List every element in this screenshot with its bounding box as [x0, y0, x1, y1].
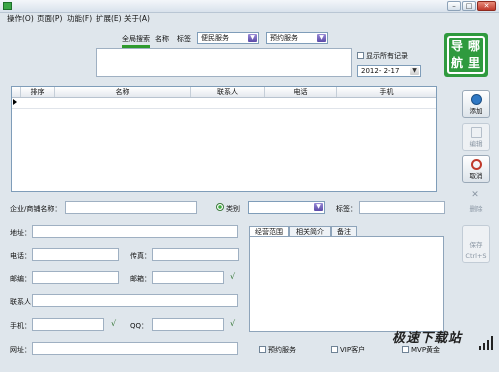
- website-input[interactable]: [32, 342, 238, 355]
- website-label: 网址：: [10, 346, 31, 354]
- close-button[interactable]: ✕: [477, 1, 496, 11]
- phone-label: 电话：: [10, 252, 31, 260]
- show-all-checkbox[interactable]: [357, 52, 364, 59]
- table-row[interactable]: [12, 98, 436, 109]
- edit-label: 编辑: [469, 140, 483, 148]
- chevron-down-icon[interactable]: ▼: [317, 34, 326, 42]
- site-watermark: 极速下载站: [392, 331, 463, 346]
- appointment-value: 预约服务: [270, 34, 298, 42]
- category-radio[interactable]: [216, 203, 224, 211]
- current-row-icon: [13, 99, 17, 105]
- qq-label: QQ：: [130, 322, 149, 330]
- logo-char: 里: [468, 56, 481, 70]
- chevron-down-icon[interactable]: ▼: [314, 203, 323, 211]
- date-value: 2012- 2-17: [361, 67, 400, 75]
- qq-valid-icon: √: [230, 319, 236, 328]
- app-icon: [3, 2, 12, 10]
- signal-icon: [479, 336, 493, 350]
- menu-operate[interactable]: 操作(O): [7, 13, 34, 24]
- add-label: 添加: [469, 107, 483, 115]
- logo-char: 航: [451, 56, 464, 70]
- cancel-button[interactable]: 取消: [462, 155, 490, 183]
- column-header-order[interactable]: 排序: [21, 87, 55, 97]
- plus-icon: [471, 94, 482, 105]
- mvp-gold-checkbox[interactable]: [402, 346, 409, 353]
- appointment-service-label: 预约服务: [268, 346, 296, 354]
- menu-extend[interactable]: 扩展(E): [96, 13, 122, 24]
- calendar-dropdown-icon[interactable]: ▼: [410, 67, 419, 75]
- menu-about[interactable]: 关于(A): [124, 13, 150, 24]
- contact-label: 联系人: [10, 298, 31, 306]
- tag-label: 标签：: [336, 205, 357, 213]
- mvp-gold-label: MVP黄金: [411, 346, 441, 354]
- address-label: 地址：: [10, 229, 31, 237]
- category-select[interactable]: ▼: [248, 201, 325, 214]
- maximize-button[interactable]: □: [462, 1, 476, 11]
- email-input[interactable]: [152, 271, 224, 284]
- logo-char: 导: [451, 39, 464, 53]
- postcode-label: 邮编：: [10, 275, 31, 283]
- search-input[interactable]: [96, 48, 352, 77]
- vip-customer-label: VIP客户: [340, 346, 366, 354]
- column-header-phone[interactable]: 电话: [265, 87, 337, 97]
- column-header-mobile[interactable]: 手机: [337, 87, 436, 97]
- category-label: 类别: [226, 205, 240, 213]
- vip-customer-checkbox[interactable]: [331, 346, 338, 353]
- fax-label: 传真：: [130, 252, 151, 260]
- delete-label[interactable]: 删除: [462, 203, 490, 213]
- email-valid-icon: √: [230, 272, 236, 281]
- tag-input[interactable]: [359, 201, 445, 214]
- contact-input[interactable]: [32, 294, 238, 307]
- date-picker[interactable]: 2012- 2-17 ▼: [357, 65, 421, 77]
- mobile-input[interactable]: [32, 318, 104, 331]
- cancel-icon: [471, 159, 482, 170]
- save-label: 保存: [469, 241, 483, 249]
- edit-icon: [471, 127, 482, 138]
- mobile-label: 手机：: [10, 322, 31, 330]
- mobile-valid-icon: √: [111, 319, 117, 328]
- tab-global-search[interactable]: 全局搜索: [122, 34, 150, 44]
- service-type-value: 便民服务: [201, 34, 229, 42]
- qq-input[interactable]: [152, 318, 224, 331]
- tab-tag[interactable]: 标签: [177, 34, 191, 44]
- phone-input[interactable]: [32, 248, 119, 261]
- delete-icon[interactable]: ✕: [468, 190, 482, 200]
- fax-input[interactable]: [152, 248, 239, 261]
- appointment-select[interactable]: 预约服务 ▼: [266, 32, 328, 44]
- add-button[interactable]: 添加: [462, 90, 490, 118]
- show-all-label: 显示所有记录: [366, 52, 408, 60]
- logo-char: 哪: [468, 39, 481, 53]
- company-input[interactable]: [65, 201, 197, 214]
- column-header-contact[interactable]: 联系人: [191, 87, 265, 97]
- save-shortcut-label: Ctrl+S: [465, 252, 487, 260]
- service-type-select[interactable]: 便民服务 ▼: [197, 32, 259, 44]
- minimize-button[interactable]: –: [447, 1, 461, 11]
- table-header: 排序 名称 联系人 电话 手机: [12, 87, 436, 98]
- appointment-service-checkbox[interactable]: [259, 346, 266, 353]
- menu-page[interactable]: 页面(P): [37, 13, 62, 24]
- chevron-down-icon[interactable]: ▼: [248, 34, 257, 42]
- cancel-label: 取消: [469, 172, 483, 180]
- edit-button[interactable]: 编辑: [462, 123, 490, 151]
- menu-function[interactable]: 功能(F): [67, 13, 92, 24]
- column-header-name[interactable]: 名称: [55, 87, 191, 97]
- postcode-input[interactable]: [32, 271, 119, 284]
- row-indicator-column: [12, 87, 21, 97]
- company-label: 企业/商铺名称：: [10, 205, 62, 213]
- email-label: 邮箱：: [130, 275, 151, 283]
- business-scope-textarea[interactable]: [249, 236, 444, 332]
- save-button[interactable]: 保存 Ctrl+S: [462, 225, 490, 263]
- tab-name[interactable]: 名称: [155, 34, 169, 44]
- address-input[interactable]: [32, 225, 238, 238]
